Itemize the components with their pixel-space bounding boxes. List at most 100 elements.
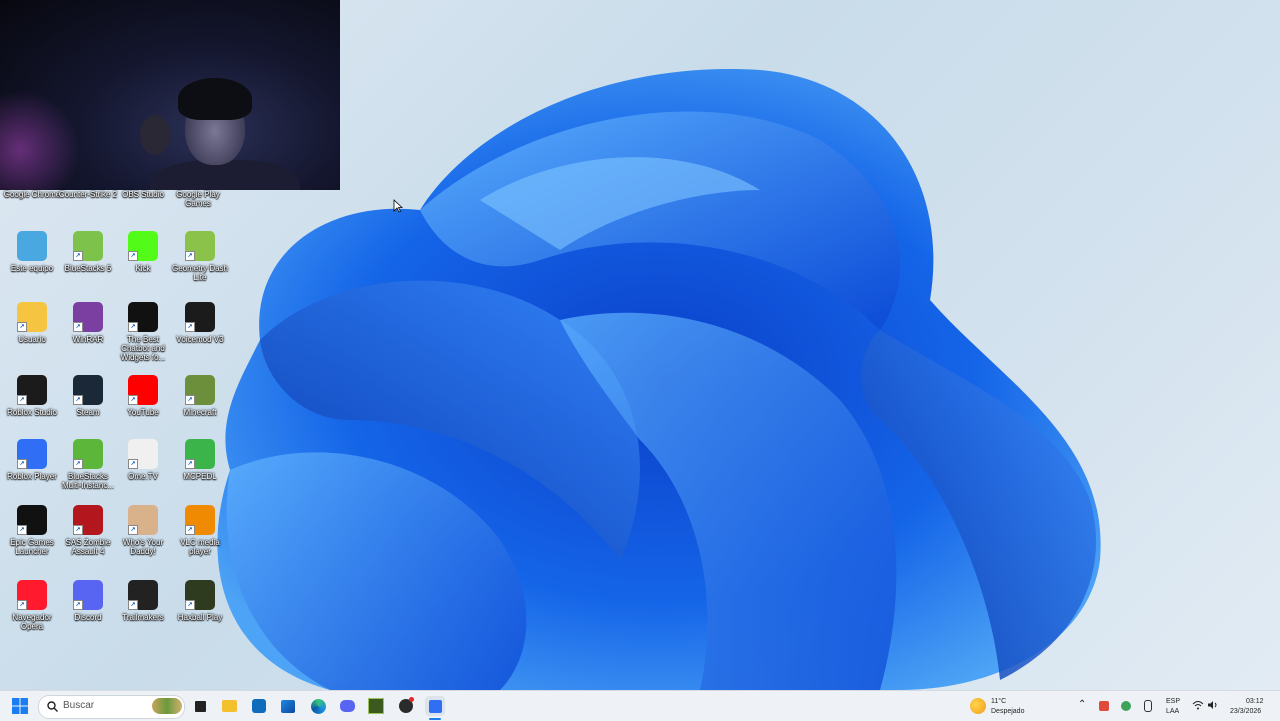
discord-taskbar-button[interactable]	[337, 696, 357, 716]
desktop-icon-youtube[interactable]: ↗ YouTube	[113, 375, 173, 417]
desktop-icon-google-chrome[interactable]: Google Chrome	[2, 187, 62, 199]
microsoft-store-icon	[281, 699, 295, 713]
shortcut-arrow-icon: ↗	[128, 525, 138, 535]
file-explorer-icon	[221, 700, 237, 712]
tray-audio-app-icon[interactable]	[1099, 701, 1109, 711]
task-view-icon	[194, 700, 206, 712]
bluestacks-icon: ↗	[73, 231, 103, 261]
desktop-icon-bluestacks[interactable]: ↗ BlueStacks 5	[58, 231, 118, 273]
desktop-icon-counter-strike[interactable]: Counter-Strike 2	[58, 187, 118, 199]
clock-time[interactable]: 03:12	[1246, 697, 1264, 706]
desktop-icon-label: Who's Your Daddy!	[122, 538, 164, 556]
minecraft-launcher-taskbar-button[interactable]	[366, 696, 386, 716]
desktop-icon-minecraft[interactable]: ↗ Minecraft	[170, 375, 230, 417]
weather-description[interactable]: Despejado	[991, 707, 1024, 716]
steam-icon: ↗	[73, 375, 103, 405]
volume-icon[interactable]	[1207, 700, 1219, 710]
taskbar: Buscar 11°C Despejado ⌃ ESP LAA 03:12 23…	[0, 690, 1280, 721]
kick-icon: ↗	[128, 231, 158, 261]
desktop-icon-roblox-player[interactable]: ↗ Roblox Player	[2, 439, 62, 481]
desktop-icon-label: Haxball Play	[177, 613, 223, 622]
desktop-icon-roblox-studio[interactable]: ↗ Roblox Studio	[2, 375, 62, 417]
microphone-icon[interactable]	[1144, 700, 1152, 712]
shortcut-arrow-icon: ↗	[185, 459, 195, 469]
language-indicator-line2[interactable]: LAA	[1166, 707, 1179, 716]
desktop-icon-winrar[interactable]: ↗ WinRAR	[58, 302, 118, 344]
search-icon	[47, 701, 58, 712]
show-hidden-icons-chevron-icon[interactable]: ⌃	[1078, 700, 1086, 710]
youtube-icon: ↗	[128, 375, 158, 405]
tray-security-icon[interactable]	[1121, 701, 1131, 711]
webcam-overlay	[0, 0, 340, 190]
desktop-icon-obs-studio[interactable]: OBS Studio	[113, 187, 173, 199]
desktop-icon-whos-your-daddy[interactable]: ↗ Who's Your Daddy!	[113, 505, 173, 556]
ometv-icon: ↗	[128, 439, 158, 469]
desktop-icon-discord[interactable]: ↗ Discord	[58, 580, 118, 622]
webcam-background-person	[140, 115, 170, 155]
shortcut-arrow-icon: ↗	[73, 600, 83, 610]
microsoft-store-button[interactable]	[278, 696, 298, 716]
shortcut-arrow-icon: ↗	[17, 459, 27, 469]
roblox-taskbar-button[interactable]	[425, 696, 445, 716]
sas-zombie-icon: ↗	[73, 505, 103, 535]
desktop-icon-steam[interactable]: ↗ Steam	[58, 375, 118, 417]
whos-your-daddy-icon: ↗	[128, 505, 158, 535]
desktop-icon-label: Geometry Dash Lite	[171, 264, 229, 282]
shortcut-arrow-icon: ↗	[17, 395, 27, 405]
desktop-icon-chatbot[interactable]: ↗ The Best Chatbot and Widgets fo...	[113, 302, 173, 362]
desktop-icon-label: Roblox Player	[7, 472, 57, 481]
desktop-icon-opera[interactable]: ↗ Navegador Opera	[2, 580, 62, 631]
trailmakers-icon: ↗	[128, 580, 158, 610]
chatbot-icon: ↗	[128, 302, 158, 332]
webcam-person-body	[150, 160, 300, 190]
desktop-icon-folder[interactable]: ↗ Usuario	[2, 302, 62, 344]
shortcut-arrow-icon: ↗	[128, 459, 138, 469]
shortcut-arrow-icon: ↗	[73, 525, 83, 535]
shortcut-arrow-icon: ↗	[128, 251, 138, 261]
task-view-button[interactable]	[190, 696, 210, 716]
desktop-icon-label: The Best Chatbot and Widgets fo...	[120, 335, 166, 362]
desktop-icon-voicemod[interactable]: ↗ Voicemod V3	[170, 302, 230, 344]
desktop-icon-google-play-games[interactable]: Google Play Games	[168, 187, 228, 208]
file-explorer-button[interactable]	[219, 696, 239, 716]
desktop-icon-trailmakers[interactable]: ↗ Trailmakers	[113, 580, 173, 622]
desktop-icon-geometry-dash[interactable]: ↗ Geometry Dash Lite	[170, 231, 230, 282]
desktop-icon-label: Google Play Games	[176, 190, 220, 208]
edge-button[interactable]	[308, 696, 328, 716]
weather-moon-icon[interactable]	[970, 698, 986, 714]
wifi-icon[interactable]	[1192, 700, 1204, 710]
desktop-icon-bluestacks-multi[interactable]: ↗ BlueStacks Multi-Instanc...	[58, 439, 118, 490]
taskbar-search-box[interactable]: Buscar	[38, 695, 185, 719]
desktop-icon-label: Discord	[74, 613, 102, 622]
desktop-icon-label: YouTube	[127, 408, 159, 417]
desktop-icon-kick[interactable]: ↗ Kick	[113, 231, 173, 273]
desktop-icon-vlc[interactable]: ↗ VLC media player	[170, 505, 230, 556]
obs-taskbar-button[interactable]	[396, 696, 416, 716]
discord-icon: ↗	[73, 580, 103, 610]
shortcut-arrow-icon: ↗	[128, 322, 138, 332]
language-indicator-line1[interactable]: ESP	[1166, 697, 1180, 706]
desktop-icon-haxball[interactable]: ↗ Haxball Play	[170, 580, 230, 622]
desktop-icon-label: Kick	[135, 264, 151, 273]
desktop-icon-ometv[interactable]: ↗ Ome.TV	[113, 439, 173, 481]
desktop-icon-mcpedl[interactable]: ↗ MCPEDL	[170, 439, 230, 481]
desktop-icon-label: MCPEDL	[183, 472, 217, 481]
desktop-icon-sas-zombie[interactable]: ↗ SAS Zombie Assault 4	[58, 505, 118, 556]
desktop-icon-label: Google Chrome	[3, 190, 61, 199]
haxball-icon: ↗	[185, 580, 215, 610]
shortcut-arrow-icon: ↗	[73, 322, 83, 332]
desktop-icon-monitor[interactable]: Este equipo	[2, 231, 62, 273]
outlook-button[interactable]	[249, 696, 269, 716]
desktop-icon-label: Este equipo	[10, 264, 54, 273]
desktop-icon-label: VLC media player	[180, 538, 220, 556]
minecraft-launcher-icon	[368, 698, 384, 714]
desktop-icon-label: Steam	[76, 408, 100, 417]
weather-temperature[interactable]: 11°C	[991, 697, 1006, 706]
shortcut-arrow-icon: ↗	[17, 322, 27, 332]
shortcut-arrow-icon: ↗	[185, 322, 195, 332]
shortcut-arrow-icon: ↗	[185, 251, 195, 261]
start-button[interactable]	[10, 696, 30, 716]
desktop-icon-label: SAS Zombie Assault 4	[65, 538, 111, 556]
desktop-icon-epic-games[interactable]: ↗ Epic Games Launcher	[2, 505, 62, 556]
clock-date[interactable]: 23/3/2026	[1230, 707, 1261, 716]
